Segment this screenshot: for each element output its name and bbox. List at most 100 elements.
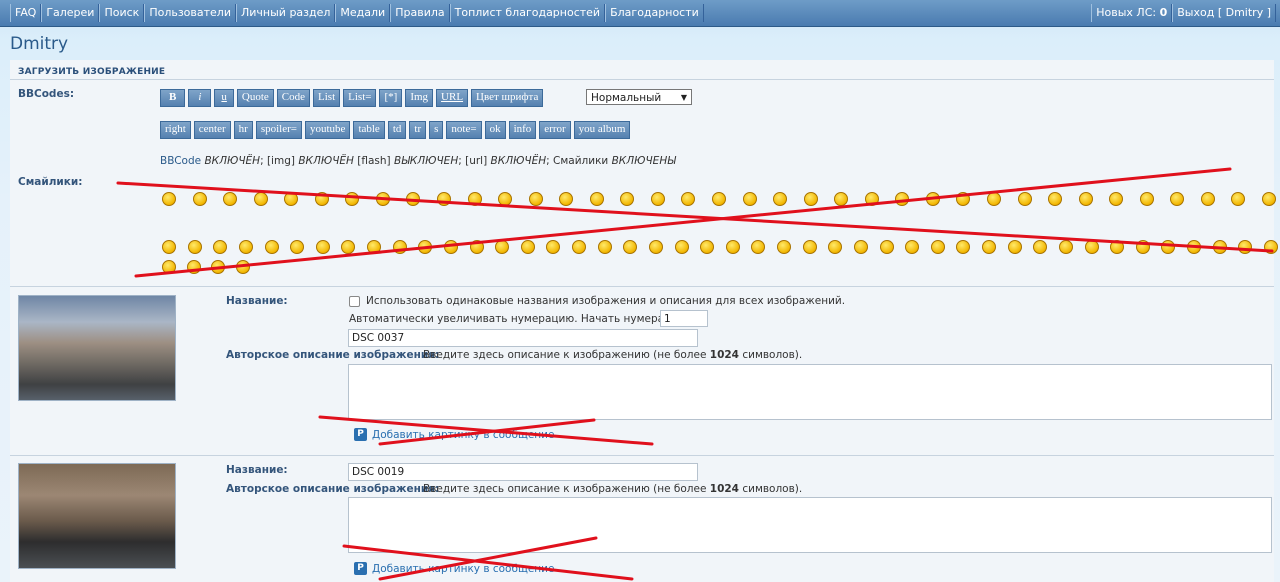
smiley-icon[interactable]	[1033, 240, 1047, 254]
smiley-icon[interactable]	[854, 240, 868, 254]
bbcode-info-button[interactable]: info	[508, 121, 537, 139]
nav-thanks-top[interactable]: Топлист благодарностей	[449, 4, 606, 22]
nav-rules[interactable]: Правила	[390, 4, 450, 22]
smiley-icon[interactable]	[265, 240, 279, 254]
smiley-icon[interactable]	[213, 240, 227, 254]
bbcode-list-item-button[interactable]: [*]	[379, 89, 403, 107]
smiley-icon[interactable]	[572, 240, 586, 254]
smiley-icon[interactable]	[1048, 192, 1062, 206]
bbcode-img-button[interactable]: Img	[405, 89, 434, 107]
bbcode-italic-button[interactable]: i	[188, 89, 212, 107]
description-textarea[interactable]	[348, 364, 1272, 420]
smiley-icon[interactable]	[418, 240, 432, 254]
smiley-icon[interactable]	[777, 240, 791, 254]
smiley-icon[interactable]	[546, 240, 560, 254]
smiley-icon[interactable]	[495, 240, 509, 254]
bbcode-underline-button[interactable]: u	[214, 89, 234, 107]
smiley-icon[interactable]	[1187, 240, 1201, 254]
smiley-icon[interactable]	[468, 192, 482, 206]
smiley-icon[interactable]	[649, 240, 663, 254]
nav-profile[interactable]: Личный раздел	[236, 4, 336, 22]
smiley-icon[interactable]	[895, 192, 909, 206]
smiley-icon[interactable]	[162, 192, 176, 206]
smiley-icon[interactable]	[193, 192, 207, 206]
smiley-icon[interactable]	[1264, 240, 1278, 254]
smiley-icon[interactable]	[1136, 240, 1150, 254]
bbcode-tr-button[interactable]: tr	[409, 121, 427, 139]
smiley-icon[interactable]	[315, 192, 329, 206]
bbcode-quote-button[interactable]: Quote	[236, 89, 274, 107]
image-title-input[interactable]: DSC 0019	[348, 463, 698, 481]
nav-faq[interactable]: FAQ	[10, 4, 42, 22]
smiley-icon[interactable]	[406, 192, 420, 206]
nav-search[interactable]: Поиск	[99, 4, 145, 22]
smiley-icon[interactable]	[1262, 192, 1276, 206]
smiley-icon[interactable]	[931, 240, 945, 254]
smiley-icon[interactable]	[1140, 192, 1154, 206]
smiley-icon[interactable]	[834, 192, 848, 206]
add-image-link[interactable]: Добавить картинку в сообщение	[372, 563, 554, 575]
add-image-link[interactable]: Добавить картинку в сообщение	[372, 429, 554, 441]
bbcode-table-button[interactable]: table	[353, 121, 385, 139]
numbering-start-input[interactable]: 1	[660, 310, 708, 327]
smiley-icon[interactable]	[1238, 240, 1252, 254]
smiley-icon[interactable]	[804, 192, 818, 206]
smiley-icon[interactable]	[1008, 240, 1022, 254]
smiley-icon[interactable]	[681, 192, 695, 206]
smiley-icon[interactable]	[290, 240, 304, 254]
bbcode-ok-button[interactable]: ok	[484, 121, 506, 139]
image-thumbnail[interactable]	[18, 295, 176, 401]
nav-thanks[interactable]: Благодарности	[605, 4, 704, 22]
smiley-icon[interactable]	[956, 240, 970, 254]
smiley-icon[interactable]	[828, 240, 842, 254]
bbcode-td-button[interactable]: td	[387, 121, 407, 139]
smiley-icon[interactable]	[726, 240, 740, 254]
smiley-icon[interactable]	[590, 192, 604, 206]
smiley-icon[interactable]	[712, 192, 726, 206]
smiley-icon[interactable]	[743, 192, 757, 206]
smiley-icon[interactable]	[559, 192, 573, 206]
smiley-icon[interactable]	[211, 260, 225, 274]
smiley-icon[interactable]	[956, 192, 970, 206]
smiley-icon[interactable]	[865, 192, 879, 206]
bbcode-album-button[interactable]: you album	[573, 121, 631, 139]
bbcode-hr-button[interactable]: hr	[233, 121, 253, 139]
smiley-icon[interactable]	[162, 240, 176, 254]
smiley-icon[interactable]	[598, 240, 612, 254]
smiley-icon[interactable]	[187, 260, 201, 274]
bbcode-center-button[interactable]: center	[193, 121, 231, 139]
description-textarea[interactable]	[348, 497, 1272, 553]
bbcode-url-button[interactable]: URL	[436, 89, 469, 107]
bbcode-right-button[interactable]: right	[160, 121, 191, 139]
smiley-icon[interactable]	[236, 260, 250, 274]
bbcode-font-color-button[interactable]: Цвет шрифта	[471, 89, 544, 107]
smiley-icon[interactable]	[284, 192, 298, 206]
smiley-icon[interactable]	[529, 192, 543, 206]
nav-medals[interactable]: Медали	[335, 4, 391, 22]
smiley-icon[interactable]	[803, 240, 817, 254]
smiley-icon[interactable]	[675, 240, 689, 254]
smiley-icon[interactable]	[470, 240, 484, 254]
nav-new-pm[interactable]: Новых ЛС: 0	[1091, 4, 1173, 22]
smiley-icon[interactable]	[437, 192, 451, 206]
bbcode-strike-button[interactable]: s	[429, 121, 444, 139]
smiley-icon[interactable]	[345, 192, 359, 206]
nav-galleries[interactable]: Галереи	[41, 4, 100, 22]
smiley-icon[interactable]	[367, 240, 381, 254]
smiley-icon[interactable]	[521, 240, 535, 254]
nav-logout[interactable]: Выход [ Dmitry ]	[1172, 4, 1276, 22]
smiley-icon[interactable]	[773, 192, 787, 206]
smiley-icon[interactable]	[1161, 240, 1175, 254]
smiley-icon[interactable]	[376, 192, 390, 206]
smiley-icon[interactable]	[651, 192, 665, 206]
smiley-icon[interactable]	[1110, 240, 1124, 254]
bbcode-bold-button[interactable]: B	[160, 89, 186, 107]
smiley-icon[interactable]	[393, 240, 407, 254]
smiley-icon[interactable]	[700, 240, 714, 254]
smiley-icon[interactable]	[341, 240, 355, 254]
bbcode-youtube-button[interactable]: youtube	[304, 121, 351, 139]
smiley-icon[interactable]	[316, 240, 330, 254]
smiley-icon[interactable]	[905, 240, 919, 254]
smiley-icon[interactable]	[1201, 192, 1215, 206]
smiley-icon[interactable]	[987, 192, 1001, 206]
